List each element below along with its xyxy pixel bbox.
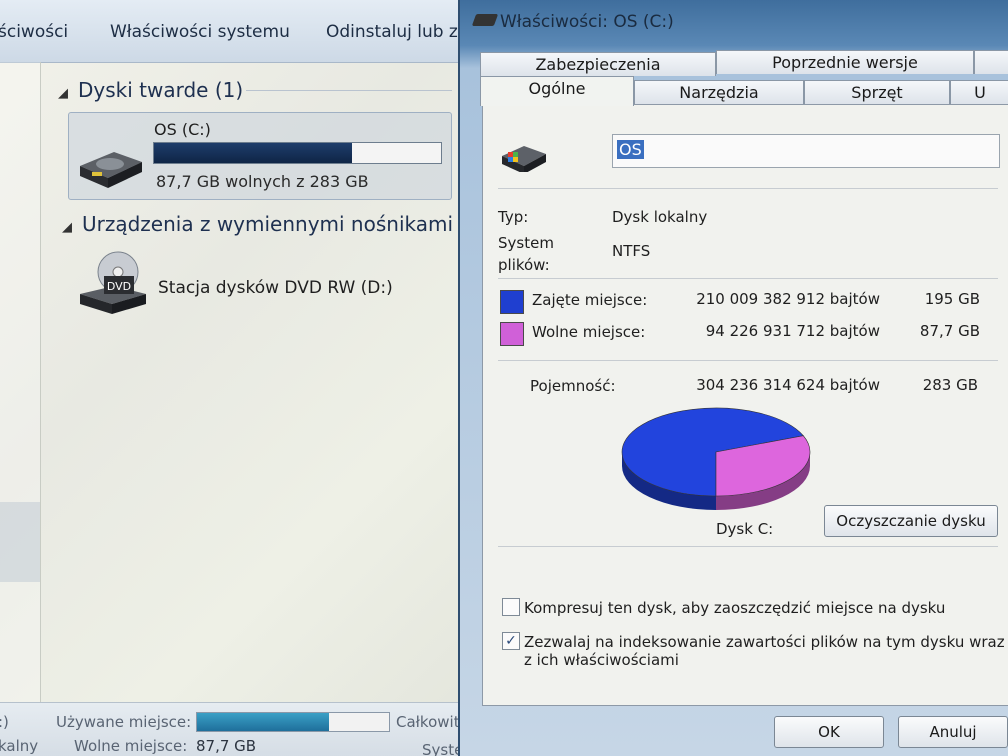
disk-label: Dysk C: (716, 520, 774, 538)
drive-name-input[interactable]: OS (612, 134, 1000, 168)
tab-security[interactable]: Zabezpieczenia (480, 52, 716, 76)
index-label-line2[interactable]: z ich właściwościami (524, 651, 679, 669)
tab-back-extra[interactable] (974, 50, 1008, 74)
explorer-toolbar: ściwości Właściwości systemu Odinstaluj … (0, 0, 462, 63)
drive-c-usage-fill (154, 143, 353, 163)
filesystem-label-1: System (498, 234, 554, 252)
explorer-window: ściwości Właściwości systemu Odinstaluj … (0, 0, 462, 756)
cancel-button[interactable]: Anuluj (898, 716, 1008, 748)
drive-name-value[interactable]: OS (617, 140, 644, 159)
tab-tools[interactable]: Narzędzia (634, 80, 804, 104)
status-free-value: 87,7 GB (196, 737, 257, 755)
index-checkbox[interactable]: ✓ (502, 632, 520, 650)
type-label: Typ: (498, 208, 529, 226)
status-free-label: Wolne miejsce: (74, 737, 188, 755)
removable-group-header[interactable]: ◢ Urządzenia z wymiennymi nośnikami p (62, 212, 462, 236)
type-value: Dysk lokalny (612, 208, 708, 226)
status-usage-bar (196, 712, 390, 732)
tab-general[interactable]: Ogólne (480, 76, 634, 106)
toolbar-properties-button[interactable]: ściwości (0, 22, 68, 42)
hard-drive-icon (80, 152, 142, 188)
dialog-title: Właściwości: OS (C:) (500, 12, 674, 32)
compress-checkbox[interactable] (502, 598, 520, 616)
status-edge-text: kalny (0, 737, 39, 755)
group-divider (246, 90, 452, 91)
ok-button[interactable]: OK (774, 716, 884, 748)
separator (498, 546, 998, 547)
drive-title-icon (471, 14, 499, 26)
free-space-gb: 87,7 GB (919, 322, 980, 340)
drive-c-usage-bar (153, 142, 442, 164)
navigation-selected-item[interactable] (0, 502, 40, 582)
used-space-label: Zajęte miejsce: (532, 291, 648, 309)
status-usage-fill (197, 713, 330, 731)
status-total-label: Całkowit (396, 713, 460, 731)
collapse-triangle-icon[interactable]: ◢ (58, 86, 68, 101)
details-pane: :) kalny Używane miejsce: Wolne miejsce:… (0, 702, 462, 756)
compress-label[interactable]: Kompresuj ten dysk, aby zaoszczędzić mie… (524, 599, 945, 617)
status-used-label: Używane miejsce: (56, 713, 192, 731)
properties-dialog: Właściwości: OS (C:) Zabezpieczenia Popr… (458, 0, 1008, 756)
used-space-gb: 195 GB (924, 290, 980, 308)
filesystem-value: NTFS (612, 242, 651, 260)
status-system-label: Syste (422, 741, 462, 756)
separator (498, 360, 998, 361)
capacity-gb: 283 GB (922, 376, 978, 394)
toolbar-system-properties-button[interactable]: Właściwości systemu (110, 22, 290, 42)
free-space-label: Wolne miejsce: (532, 323, 646, 341)
capacity-label: Pojemność: (530, 377, 616, 395)
drive-c-free-text: 87,7 GB wolnych z 283 GB (156, 172, 369, 191)
disk-cleanup-button[interactable]: Oczyszczanie dysku (824, 505, 998, 537)
hard-disks-group-header[interactable]: ◢ Dyski twarde (1) (58, 78, 243, 102)
drive-c-name: OS (C:) (154, 120, 211, 139)
tab-hardware[interactable]: Sprzęt (804, 80, 950, 104)
tab-sharing[interactable]: U (950, 80, 1008, 104)
toolbar-uninstall-button[interactable]: Odinstaluj lub z (326, 22, 458, 42)
dvd-drive-label[interactable]: Stacja dysków DVD RW (D:) (158, 278, 393, 298)
free-space-bytes: 94 226 931 712 bajtów (705, 322, 880, 340)
index-label-line1[interactable]: Zezwalaj na indeksowanie zawartości plik… (524, 633, 1005, 651)
separator (498, 188, 998, 189)
capacity-bytes: 304 236 314 624 bajtów (696, 376, 880, 394)
navigation-pane[interactable] (0, 62, 41, 702)
tab-previous-versions[interactable]: Poprzednie wersje (716, 50, 974, 74)
status-edge-text: :) (0, 713, 9, 731)
collapse-triangle-icon[interactable]: ◢ (62, 220, 72, 235)
hard-drive-icon (502, 146, 546, 172)
dvd-drive-icon: DVD (80, 251, 146, 314)
free-space-swatch (500, 322, 524, 346)
used-space-bytes: 210 009 382 912 bajtów (696, 290, 880, 308)
used-space-swatch (500, 290, 524, 314)
separator (498, 278, 998, 279)
filesystem-label-2: plików: (498, 256, 550, 274)
dvd-icon-text: DVD (107, 280, 131, 293)
disk-usage-pie-chart (621, 407, 811, 510)
